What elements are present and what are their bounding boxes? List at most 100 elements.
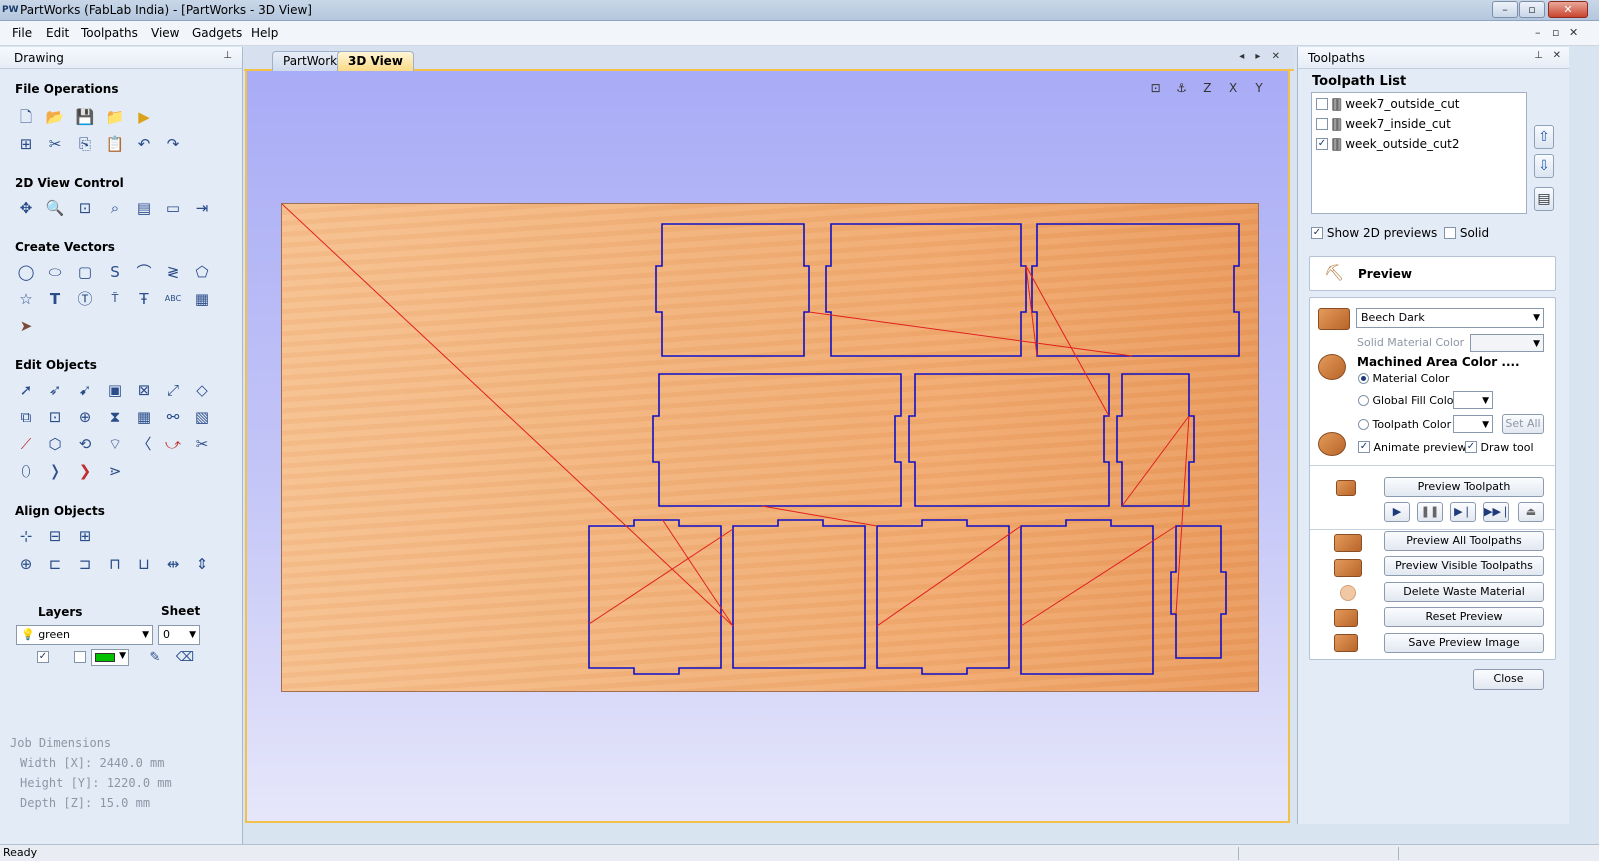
undo-icon[interactable]: ↶ bbox=[133, 133, 155, 155]
star-icon[interactable]: ☆ bbox=[15, 288, 37, 310]
global-fill-color-option[interactable]: Global Fill Color bbox=[1358, 394, 1458, 407]
pin-icon[interactable]: ⊥ bbox=[1534, 50, 1543, 61]
toolpath-checkbox[interactable]: ✓ bbox=[1316, 137, 1328, 150]
new-file-icon[interactable]: 🗋 bbox=[15, 106, 37, 128]
solid-checkbox[interactable] bbox=[1444, 226, 1456, 239]
menu-file[interactable]: File bbox=[12, 26, 32, 40]
mdi-minimize-button[interactable]: – bbox=[1535, 26, 1541, 39]
set-all-button[interactable]: Set All bbox=[1502, 414, 1544, 434]
minimize-button[interactable]: – bbox=[1492, 1, 1518, 18]
paste-icon[interactable]: 📋 bbox=[104, 133, 126, 155]
cut-icon[interactable]: ✂ bbox=[44, 133, 66, 155]
extend-icon[interactable]: ⬡ bbox=[44, 433, 66, 455]
open-recent-icon[interactable]: 📁 bbox=[104, 106, 126, 128]
zoom-icon[interactable]: 🔍 bbox=[44, 197, 66, 219]
align-bottom-icon[interactable]: ⊔ bbox=[133, 553, 155, 575]
scissors-icon[interactable]: ✂ bbox=[191, 433, 213, 455]
space-v-icon[interactable]: ⇕ bbox=[191, 553, 213, 575]
export-icon[interactable]: ⇥ bbox=[191, 197, 213, 219]
align-top-icon[interactable]: ⊓ bbox=[104, 553, 126, 575]
transform-icon[interactable]: ➹ bbox=[74, 379, 96, 401]
close-window-button[interactable]: ✕ bbox=[1548, 1, 1588, 18]
fast-forward-button[interactable]: ▶▶❘ bbox=[1483, 502, 1510, 522]
fillet-icon[interactable]: ⟋ bbox=[15, 433, 37, 455]
polygon-icon[interactable]: ⬠ bbox=[191, 261, 213, 283]
close-icon[interactable]: ✕ bbox=[1553, 50, 1561, 61]
close-vector-icon[interactable]: ⬯ bbox=[15, 460, 37, 482]
move-icon[interactable]: ⧉ bbox=[15, 406, 37, 428]
text-arc-icon[interactable]: Ŧ bbox=[133, 288, 155, 310]
mirror-icon[interactable]: ⤢ bbox=[162, 379, 184, 401]
boolean-icon[interactable]: ⟲ bbox=[74, 433, 96, 455]
align-center-icon[interactable]: ⊡ bbox=[44, 406, 66, 428]
zoom-extents-icon[interactable]: ⊡ bbox=[1145, 81, 1167, 95]
rectangle-icon[interactable]: ▢ bbox=[74, 261, 96, 283]
material-select[interactable]: Beech Dark ▼ bbox=[1356, 308, 1544, 328]
node-edit-icon[interactable]: ➶ bbox=[44, 379, 66, 401]
offset-icon[interactable]: ⚯ bbox=[162, 406, 184, 428]
play-button[interactable]: ▶ bbox=[1384, 502, 1410, 522]
skip-to-end-button[interactable]: ⏏ bbox=[1518, 502, 1544, 522]
text-warp-icon[interactable]: ABC bbox=[162, 288, 184, 310]
flip-icon[interactable]: ⊕ bbox=[74, 406, 96, 428]
toolpath-color-option[interactable]: Toolpath Color bbox=[1358, 418, 1451, 431]
array-icon[interactable]: ▦ bbox=[191, 288, 213, 310]
mdi-restore-button[interactable]: ▫ bbox=[1552, 26, 1559, 39]
ruler-icon[interactable]: ▭ bbox=[162, 197, 184, 219]
tab-icon[interactable]: ❯ bbox=[74, 460, 96, 482]
lasso-icon[interactable]: ⌔ bbox=[104, 433, 126, 455]
import-icon[interactable]: ▶ bbox=[133, 106, 155, 128]
align-page-center-icon[interactable]: ⊕ bbox=[15, 553, 37, 575]
open-folder-icon[interactable]: 📂 bbox=[44, 106, 66, 128]
global-fill-color-radio[interactable] bbox=[1358, 394, 1369, 406]
toolpath-item[interactable]: 🀫 week7_inside_cut bbox=[1316, 115, 1451, 133]
align-left-icon[interactable]: ⊏ bbox=[44, 553, 66, 575]
tab-navigation[interactable]: ◂ ▸ ✕ bbox=[1239, 51, 1284, 62]
show-2d-previews[interactable]: ✓ Show 2D previews bbox=[1311, 226, 1437, 240]
x-view-icon[interactable]: X bbox=[1222, 81, 1244, 95]
show-2d-previews-checkbox[interactable]: ✓ bbox=[1311, 226, 1323, 239]
preview-all-toolpaths-button[interactable]: Preview All Toolpaths bbox=[1384, 531, 1544, 551]
select-icon[interactable]: ➚ bbox=[15, 379, 37, 401]
z-view-icon[interactable]: Z bbox=[1196, 81, 1218, 95]
layer-select[interactable]: 💡 green ▼ bbox=[16, 625, 153, 645]
y-view-icon[interactable]: Y bbox=[1248, 81, 1270, 95]
global-fill-color-picker[interactable]: ▼ bbox=[1453, 391, 1493, 409]
bitmap-trace-icon[interactable]: ➤ bbox=[15, 315, 37, 337]
polyline-icon[interactable]: S bbox=[104, 261, 126, 283]
dogbone-icon[interactable]: ❭ bbox=[44, 460, 66, 482]
layer-color-picker[interactable]: ▼ bbox=[91, 649, 129, 666]
menu-edit[interactable]: Edit bbox=[46, 26, 69, 40]
toolpath-summary-button[interactable]: ▤ bbox=[1534, 187, 1554, 211]
text-on-curve-icon[interactable]: T̃ bbox=[104, 288, 126, 310]
mdi-close-button[interactable]: ✕ bbox=[1569, 26, 1578, 39]
step-button[interactable]: ▶❘ bbox=[1450, 502, 1476, 522]
animate-preview-option[interactable]: ✓ Animate preview bbox=[1358, 441, 1466, 454]
save-icon[interactable]: 💾 bbox=[74, 106, 96, 128]
layer-properties-icon[interactable]: ✎ bbox=[144, 647, 166, 669]
animate-preview-checkbox[interactable]: ✓ bbox=[1358, 441, 1370, 453]
pause-button[interactable]: ❚❚ bbox=[1417, 502, 1443, 522]
align-center-icon[interactable]: ⊹ bbox=[15, 525, 37, 547]
arc-icon[interactable]: ⌒ bbox=[133, 261, 155, 283]
move-up-button[interactable]: ⇧ bbox=[1534, 125, 1554, 149]
align-right-icon[interactable]: ⊐ bbox=[74, 553, 96, 575]
text-box-icon[interactable]: Ⓣ bbox=[74, 288, 96, 310]
curve-icon[interactable]: ≷ bbox=[162, 261, 184, 283]
copy-icon[interactable]: ⎘ bbox=[74, 133, 96, 155]
select-all-icon[interactable]: ⊞ bbox=[15, 133, 37, 155]
toolpath-checkbox[interactable] bbox=[1316, 117, 1328, 130]
solid-toggle[interactable]: Solid bbox=[1444, 226, 1489, 240]
ellipse-icon[interactable]: ⬭ bbox=[44, 261, 66, 283]
redo-icon[interactable]: ↷ bbox=[162, 133, 184, 155]
layer-lock-checkbox[interactable] bbox=[74, 651, 86, 663]
tab-3d-view[interactable]: 3D View bbox=[337, 51, 414, 71]
toolpath-color-picker[interactable]: ▼ bbox=[1453, 415, 1493, 433]
align-vcenter-icon[interactable]: ⊞ bbox=[74, 525, 96, 547]
material-color-option[interactable]: Material Color bbox=[1358, 372, 1449, 385]
move-down-button[interactable]: ⇩ bbox=[1534, 154, 1554, 178]
toolpath-item[interactable]: ✓ 🀫 week_outside_cut2 bbox=[1316, 135, 1460, 153]
toolpath-checkbox[interactable] bbox=[1316, 97, 1328, 110]
zoom-extents-icon[interactable]: ⊡ bbox=[74, 197, 96, 219]
align-hcenter-icon[interactable]: ⊟ bbox=[44, 525, 66, 547]
